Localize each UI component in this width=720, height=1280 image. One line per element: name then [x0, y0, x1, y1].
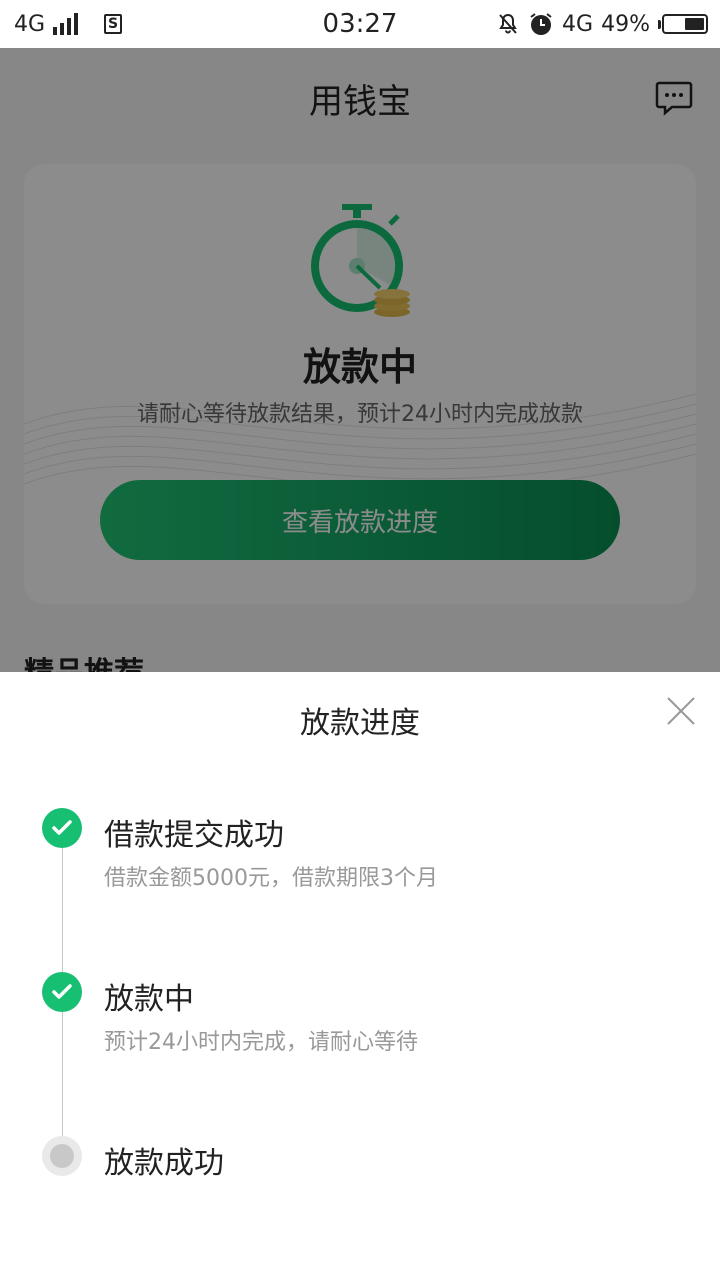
- network-label-right: 4G: [562, 11, 594, 37]
- step-label: 放款成功: [104, 1146, 224, 1181]
- status-bar-left: 4G S: [14, 11, 123, 37]
- pending-dot-icon: [42, 1136, 82, 1176]
- battery-fill: [685, 18, 704, 30]
- screen: 4G S 03:27 4G 49% 用钱宝 放款中 请耐心等待放款结果，预计24…: [0, 0, 720, 1280]
- sheet-title: 放款进度: [300, 706, 420, 741]
- network-label: 4G: [14, 11, 46, 37]
- notifications-off-icon: [499, 13, 517, 34]
- step-label: 放款中: [104, 982, 194, 1017]
- step-detail: 预计24小时内完成，请耐心等待: [104, 1030, 418, 1055]
- check-icon: [42, 808, 82, 848]
- status-bar: 4G S 03:27 4G 49%: [0, 0, 720, 48]
- step-label: 借款提交成功: [104, 818, 284, 853]
- battery-icon: [658, 14, 708, 34]
- step-detail: 借款金额5000元，借款期限3个月: [104, 866, 438, 891]
- signal-icon: [53, 13, 79, 35]
- sim-card-icon: S: [104, 14, 123, 34]
- close-icon[interactable]: [664, 694, 698, 728]
- alarm-icon: [530, 13, 552, 35]
- status-bar-right: 4G 49%: [496, 11, 708, 37]
- progress-bottom-sheet: 放款进度 借款提交成功 借款金额5000元，借款期限3个月 放款中 预计24小时…: [0, 672, 720, 1280]
- check-icon: [42, 972, 82, 1012]
- battery-percent: 49%: [601, 11, 650, 37]
